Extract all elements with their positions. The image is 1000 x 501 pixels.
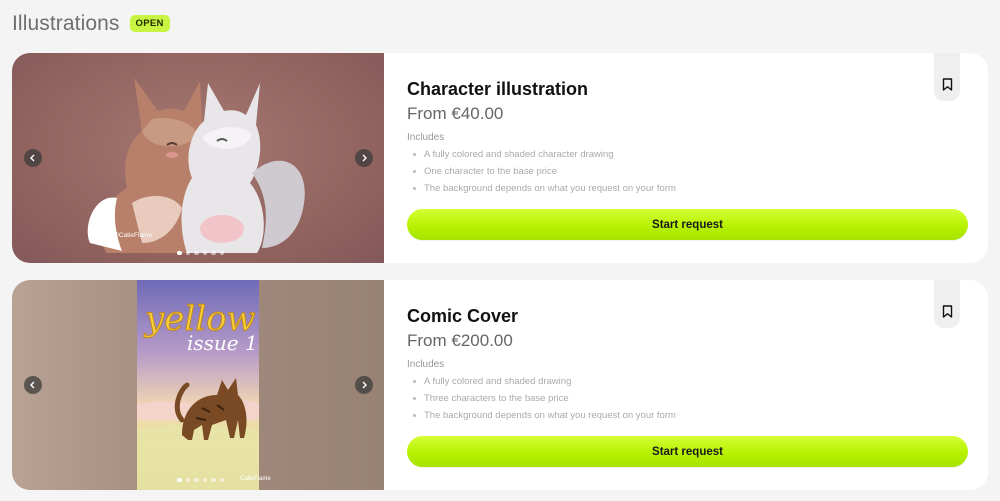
image-carousel[interactable]: ©CatieFlame — [12, 53, 384, 263]
carousel-dot[interactable] — [219, 477, 224, 482]
carousel-dot[interactable] — [202, 477, 207, 482]
card-info: Character illustration From €40.00 Inclu… — [407, 53, 988, 263]
card-info: Comic Cover From €200.00 Includes A full… — [407, 280, 988, 490]
carousel-dot[interactable] — [211, 477, 216, 482]
includes-item: The background depends on what you reque… — [412, 180, 676, 197]
carousel-next-button[interactable] — [355, 376, 373, 394]
carousel-dot[interactable] — [202, 250, 207, 255]
commission-card: yellow issue 1 CatieFlame Comic Cover Fr… — [12, 280, 988, 490]
bookmark-button[interactable] — [934, 280, 960, 328]
commission-card: ©CatieFlame Character illustration From … — [12, 53, 988, 263]
chevron-left-icon — [30, 154, 35, 162]
section-title: Illustrations — [12, 12, 120, 35]
carousel-dots — [177, 250, 224, 255]
includes-list: A fully colored and shaded drawing Three… — [412, 373, 676, 424]
start-request-button[interactable]: Start request — [407, 436, 968, 467]
bookmark-icon — [942, 78, 952, 91]
carousel-dot[interactable] — [194, 250, 199, 255]
status-badge: OPEN — [129, 15, 170, 32]
card-title: Character illustration — [407, 79, 589, 99]
includes-item: Three characters to the base price — [412, 390, 676, 407]
includes-item: One character to the base price — [412, 163, 676, 180]
card-price: From €200.00 — [407, 331, 513, 350]
includes-label: Includes — [407, 359, 445, 370]
carousel-dots — [177, 477, 224, 482]
chevron-right-icon — [362, 381, 367, 389]
card-price: From €40.00 — [407, 104, 504, 123]
character-artwork: ©CatieFlame — [87, 78, 305, 253]
includes-item: A fully colored and shaded character dra… — [412, 146, 676, 163]
start-request-button[interactable]: Start request — [407, 209, 968, 240]
section-header: Illustrations OPEN — [12, 12, 170, 36]
carousel-next-button[interactable] — [355, 149, 373, 167]
comic-issue: issue 1 — [187, 331, 258, 355]
chevron-right-icon — [362, 154, 367, 162]
image-carousel[interactable]: yellow issue 1 CatieFlame — [12, 280, 384, 490]
carousel-dot[interactable] — [219, 250, 224, 255]
carousel-dot[interactable] — [194, 477, 199, 482]
carousel-prev-button[interactable] — [24, 376, 42, 394]
carousel-dot[interactable] — [177, 250, 182, 255]
includes-item: A fully colored and shaded drawing — [412, 373, 676, 390]
includes-list: A fully colored and shaded character dra… — [412, 146, 676, 197]
bookmark-button[interactable] — [934, 53, 960, 101]
artwork-signature: CatieFlame — [240, 476, 271, 482]
carousel-dot[interactable] — [185, 477, 190, 482]
includes-label: Includes — [407, 132, 445, 143]
artwork-signature: ©CatieFlame — [114, 231, 152, 239]
card-title: Comic Cover — [407, 306, 519, 326]
carousel-dot[interactable] — [185, 250, 190, 255]
comic-cover-artwork: yellow issue 1 CatieFlame — [137, 280, 271, 490]
carousel-prev-button[interactable] — [24, 149, 42, 167]
carousel-dot[interactable] — [211, 250, 216, 255]
bookmark-icon — [942, 305, 952, 318]
includes-item: The background depends on what you reque… — [412, 407, 676, 424]
carousel-dot[interactable] — [177, 477, 182, 482]
chevron-left-icon — [30, 381, 35, 389]
